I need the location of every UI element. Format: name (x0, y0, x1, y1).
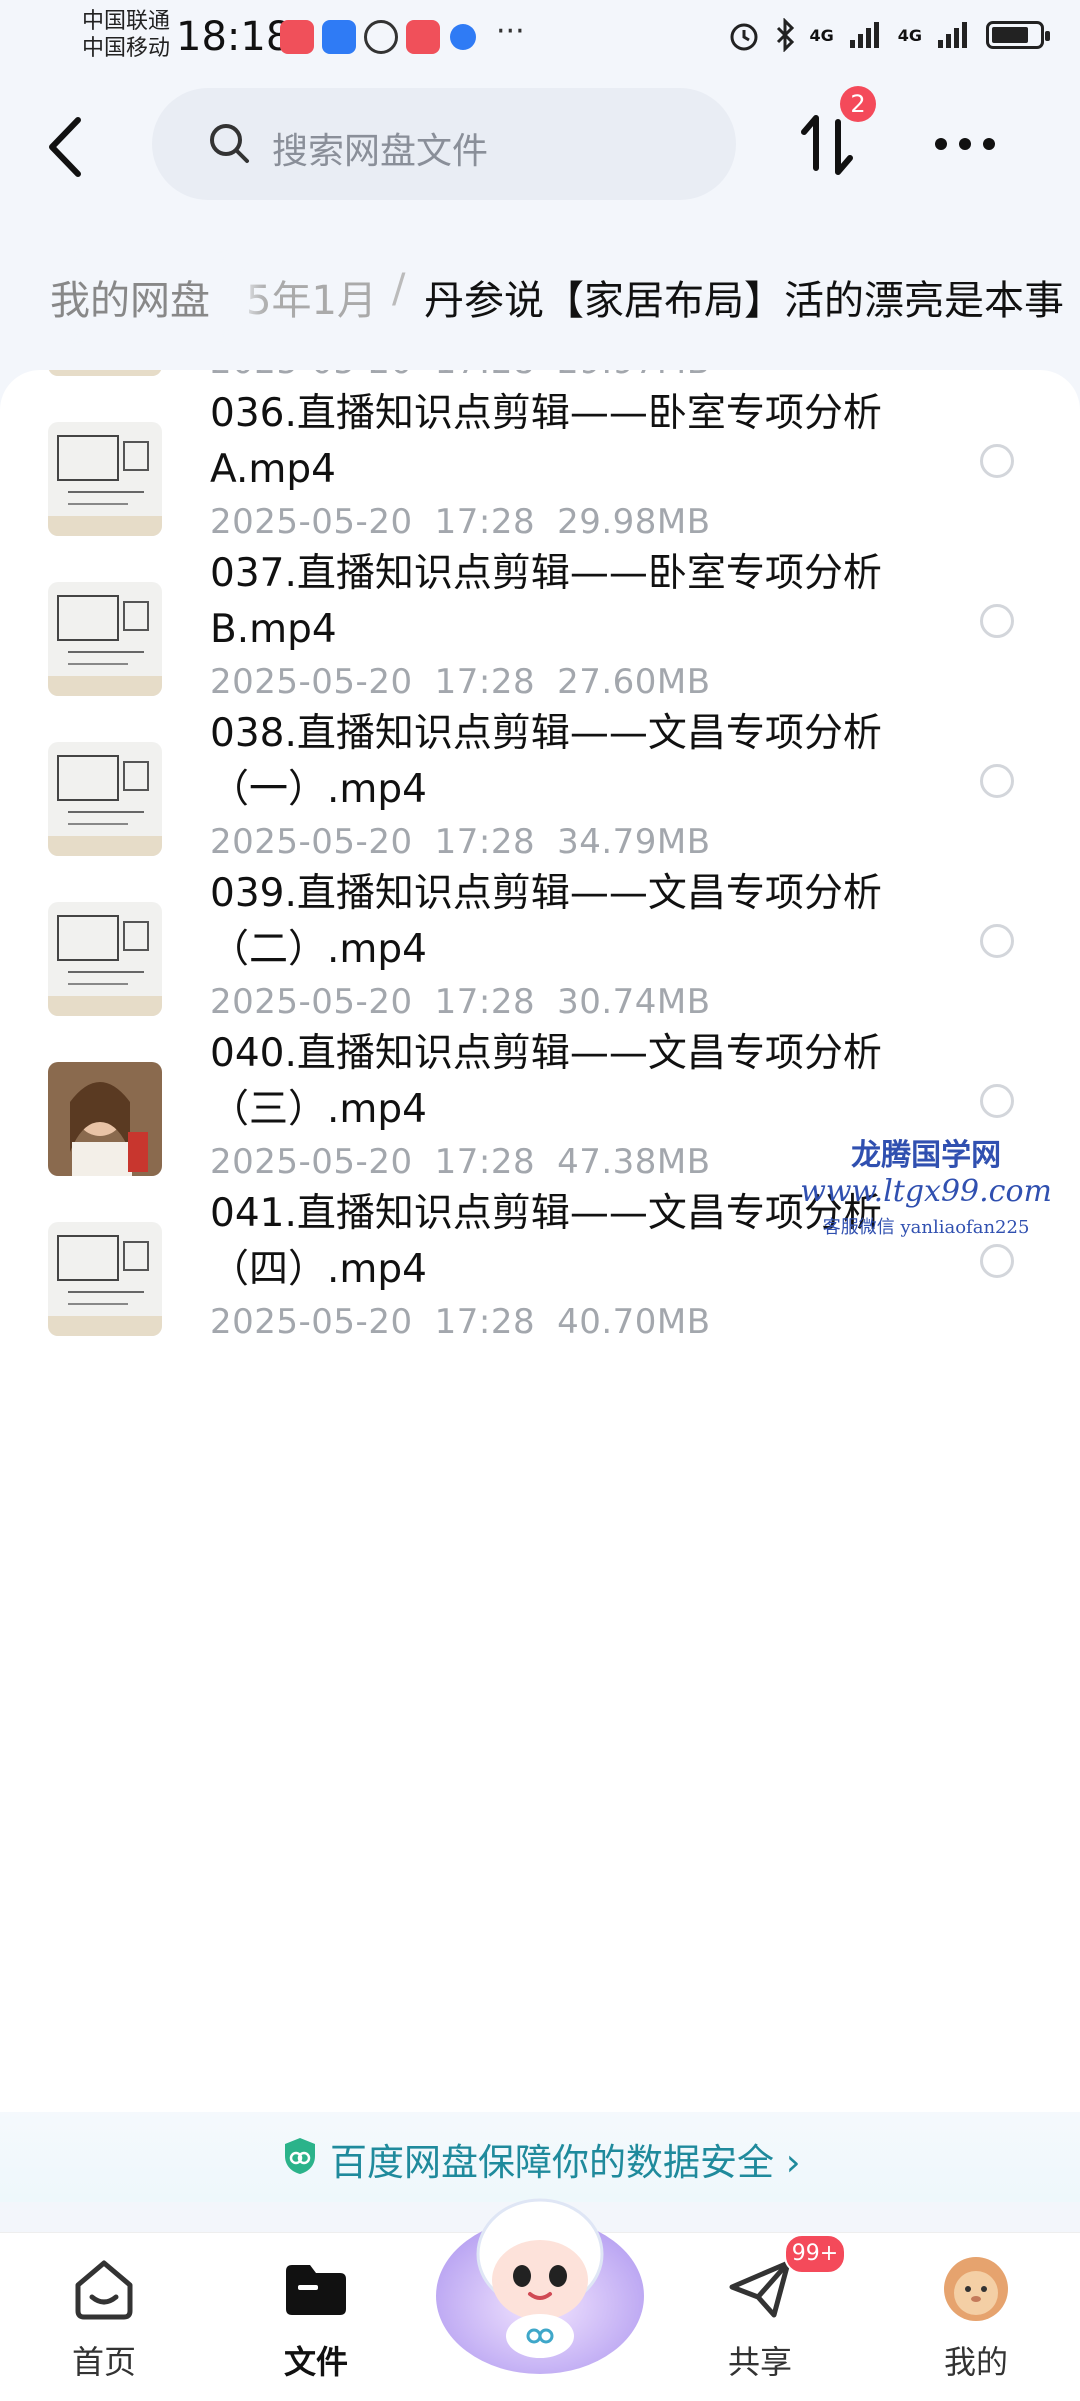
select-checkbox[interactable] (980, 444, 1014, 478)
battery-icon (986, 21, 1050, 49)
u-app-icon (322, 20, 356, 54)
video-thumbnail (48, 902, 162, 1016)
file-name: 036.直播知识点剪辑——卧室专项分析A.mp4 (210, 391, 882, 492)
folder-icon (286, 2265, 346, 2315)
file-meta: 2025-05-20 17:28 29.98MB (210, 502, 711, 542)
baidu-paw-icon (450, 24, 476, 50)
watermark-contact: 客服微信 yanliaofan225 (822, 1217, 1030, 1238)
file-size: 40.70MB (557, 1302, 711, 1342)
breadcrumb-root[interactable]: 我的网盘 (28, 260, 232, 334)
bluetooth-icon (777, 18, 795, 52)
network-1-label: 4G (809, 25, 834, 45)
watermark-url: www.ltgx99.com (800, 1174, 1052, 1209)
file-time: 17:28 (434, 1302, 536, 1342)
search-box[interactable]: 搜索网盘文件 (152, 88, 736, 200)
tab-mine[interactable]: 我的 (896, 2253, 1056, 2383)
tab-files-label: 文件 (283, 2343, 348, 2381)
file-time: 17:28 (434, 1142, 536, 1182)
carrier-2: 中国移动 (82, 36, 171, 61)
video-thumbnail (48, 582, 162, 696)
select-checkbox[interactable] (980, 764, 1014, 798)
file-size: 34.79MB (557, 822, 711, 862)
clock: 18:18 (176, 14, 292, 60)
breadcrumb-middle[interactable]: 5年1月 (246, 268, 377, 326)
file-name: 038.直播知识点剪辑——文昌专项分析（一）.mp4 (210, 711, 882, 812)
file-date: 2025-05-20 (210, 1142, 413, 1182)
file-time: 17:28 (434, 662, 536, 702)
tab-home[interactable]: 首页 (24, 2253, 184, 2383)
video-thumbnail (48, 1062, 162, 1176)
search-icon (210, 124, 249, 163)
breadcrumb: 我的网盘 5年1月 / 丹参说【家居布局】活的漂亮是本事 (0, 250, 1080, 344)
file-date: 2025-05-20 (210, 982, 413, 1022)
file-size: 30.74MB (557, 982, 711, 1022)
avatar (944, 2257, 1008, 2321)
file-meta: 2025-05-20 17:28 30.74MB (210, 982, 711, 1022)
file-size: 47.38MB (557, 1142, 711, 1182)
share-badge: 99+ (784, 2234, 846, 2274)
alarm-icon (730, 23, 758, 51)
watermark-title: 龙腾国学网 (851, 1138, 1002, 1173)
file-name: 039.直播知识点剪辑——文昌专项分析（二）.mp4 (210, 871, 882, 972)
file-size: 27.60MB (557, 662, 711, 702)
more-notifications-icon: ··· (496, 14, 525, 49)
video-thumbnail (48, 370, 162, 376)
video-thumbnail (48, 1222, 162, 1336)
watermark: 龙腾国学网 www.ltgx99.com 客服微信 yanliaofan225 (800, 1130, 1052, 1239)
tab-mine-label: 我的 (943, 2343, 1008, 2381)
shield-icon (285, 2138, 315, 2174)
file-date: 2025-05-20 (210, 370, 413, 382)
file-meta: 2025-05-20 17:28 29.97MB (210, 370, 711, 382)
carrier-1: 中国联通 (82, 9, 171, 34)
breadcrumb-separator: / (392, 266, 406, 312)
tab-files[interactable]: 文件 (236, 2253, 396, 2383)
tab-share-label: 共享 (727, 2343, 792, 2381)
search-placeholder: 搜索网盘文件 (272, 131, 489, 172)
file-date: 2025-05-20 (210, 662, 413, 702)
file-date: 2025-05-20 (210, 502, 413, 542)
file-name: 037.直播知识点剪辑——卧室专项分析B.mp4 (210, 551, 882, 652)
huawei-app-icon (406, 20, 440, 54)
file-time: 17:28 (434, 982, 536, 1022)
transfer-badge: 2 (840, 86, 876, 122)
file-date: 2025-05-20 (210, 822, 413, 862)
file-meta: 2025-05-20 17:28 47.38MB (210, 1142, 711, 1182)
file-name: 040.直播知识点剪辑——文昌专项分析（三）.mp4 (210, 1031, 882, 1132)
select-checkbox[interactable] (980, 604, 1014, 638)
file-time: 17:28 (434, 822, 536, 862)
home-icon (75, 2260, 133, 2320)
chevron-right-icon: › (785, 2141, 801, 2184)
video-thumbnail (48, 422, 162, 536)
file-meta: 2025-05-20 17:28 27.60MB (210, 662, 711, 702)
select-checkbox[interactable] (980, 924, 1014, 958)
file-date: 2025-05-20 (210, 1302, 413, 1342)
status-bar: 中国联通 中国移动 18:18 ··· 4G 4G (0, 0, 1080, 72)
network-2-label: 4G (897, 25, 922, 45)
ai-assistant-button[interactable] (430, 2176, 650, 2376)
signal-2-icon (938, 22, 967, 48)
more-options-icon[interactable] (932, 124, 998, 164)
signal-1-icon (849, 22, 879, 48)
file-time: 17:28 (434, 502, 536, 542)
back-arrow-icon[interactable] (42, 112, 102, 182)
file-meta: 2025-05-20 17:28 40.70MB (210, 1302, 711, 1342)
breadcrumb-current: 丹参说【家居布局】活的漂亮是本事 (424, 278, 1064, 324)
file-time: 17:28 (435, 370, 535, 382)
tab-home-label: 首页 (71, 2343, 136, 2381)
file-meta: 2025-05-20 17:28 34.79MB (210, 822, 711, 862)
u-outline-icon (364, 20, 398, 54)
system-icons: 4G 4G (727, 18, 1050, 52)
huawei-app-icon (280, 20, 314, 54)
select-checkbox[interactable] (980, 1084, 1014, 1118)
file-size: 29.97MB (557, 370, 711, 382)
select-checkbox[interactable] (980, 1244, 1014, 1278)
file-list: 035.直播知识点剪辑——梅花小游戏B.mp42025-05-2017:2829… (0, 370, 1080, 2130)
video-thumbnail (48, 742, 162, 856)
carrier-labels: 中国联通 中国移动 (82, 8, 170, 62)
file-size: 29.98MB (557, 502, 711, 542)
